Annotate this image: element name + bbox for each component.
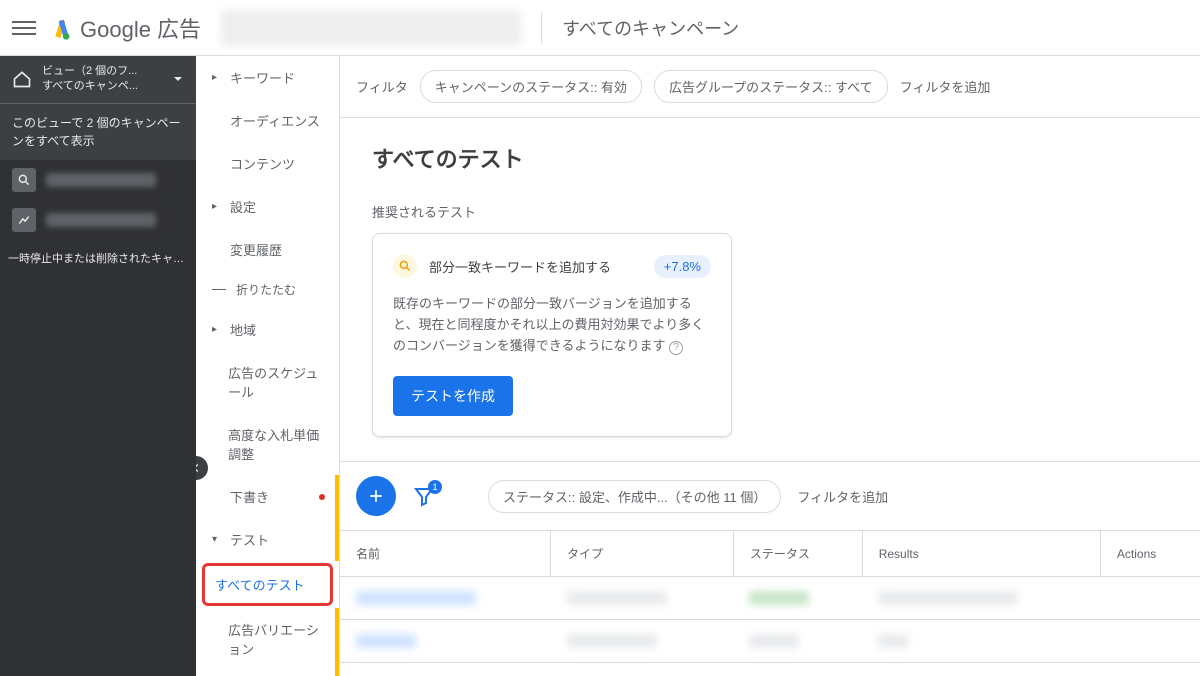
nav-ad-schedule[interactable]: 広告のスケジュール: [196, 351, 339, 413]
caret-right-icon: ▸: [212, 324, 222, 335]
main-content: フィルタ キャンペーンのステータス:: 有効 広告グループのステータス:: すべ…: [340, 56, 1200, 676]
create-test-button[interactable]: テストを作成: [393, 376, 513, 416]
col-status[interactable]: ステータス: [733, 531, 862, 577]
recommendation-card: 部分一致キーワードを追加する +7.8% 既存のキーワードの部分一致バージョンを…: [372, 233, 732, 437]
header-breadcrumb: すべてのキャンペーン: [562, 15, 739, 41]
add-filter[interactable]: フィルタを追加: [900, 77, 991, 96]
table-row[interactable]: [340, 620, 1200, 663]
google-ads-logo-icon: [52, 16, 72, 40]
nav-drafts[interactable]: 下書き: [196, 475, 339, 518]
filter-count-badge: 1: [428, 480, 442, 494]
primary-sidebar: ビュー（2 個のフ... すべてのキャンペ... このビューで 2 個のキャンペ…: [0, 56, 196, 676]
chevron-left-icon: [196, 461, 203, 475]
table-row[interactable]: [340, 577, 1200, 620]
add-button[interactable]: [356, 476, 396, 516]
campaign-item-1[interactable]: [0, 160, 196, 200]
status-filter-chip[interactable]: ステータス:: 設定、作成中...（その他 11 個）: [488, 480, 781, 513]
filter-label: フィルタ: [356, 77, 408, 96]
page-title: すべてのテスト: [372, 142, 1168, 174]
secondary-nav: ▸ キーワード オーディエンス コンテンツ ▸ 設定 変更履歴 折りたたむ ▸ …: [196, 56, 340, 676]
campaign-item-2[interactable]: [0, 200, 196, 240]
nav-location[interactable]: ▸ 地域: [196, 308, 339, 351]
filter-bar: フィルタ キャンペーンのステータス:: 有効 広告グループのステータス:: すべ…: [340, 56, 1200, 118]
caret-right-icon: ▸: [212, 201, 222, 212]
plus-icon: [366, 486, 386, 506]
nav-bid-adj[interactable]: 高度な入札単価調整: [196, 413, 339, 475]
col-results[interactable]: Results: [862, 531, 1100, 577]
col-actions[interactable]: Actions: [1100, 531, 1200, 577]
view-info-text: このビューで 2 個のキャンペーンをすべて表示: [0, 103, 196, 160]
collapse-section[interactable]: 折りたたむ: [196, 271, 339, 308]
nav-change-history[interactable]: 変更履歴: [196, 228, 339, 271]
nav-keywords[interactable]: ▸ キーワード: [196, 56, 339, 99]
filter-chip-campaign-status[interactable]: キャンペーンのステータス:: 有効: [420, 70, 642, 103]
top-header: Google 広告 すべてのキャンペーン: [0, 0, 1200, 56]
notification-dot: [319, 494, 325, 500]
search-icon: [12, 168, 36, 192]
view-line1: ビュー（2 個のフ...: [42, 64, 162, 79]
col-name[interactable]: 名前: [340, 531, 551, 577]
hamburger-menu-icon[interactable]: [12, 16, 36, 40]
chart-icon: [12, 208, 36, 232]
accent-bar: [335, 670, 339, 676]
view-line2: すべてのキャンペ...: [42, 79, 162, 94]
view-selector[interactable]: ビュー（2 個のフ... すべてのキャンペ...: [0, 56, 196, 103]
card-title: 部分一致キーワードを追加する: [429, 257, 611, 276]
nav-content[interactable]: コンテンツ: [196, 142, 339, 185]
col-type[interactable]: タイプ: [551, 531, 734, 577]
nav-audience[interactable]: オーディエンス: [196, 99, 339, 142]
google-ads-logo[interactable]: Google 広告: [52, 12, 201, 44]
campaign-name-redacted: [46, 213, 156, 227]
card-description: 既存のキーワードの部分一致バージョンを追加すると、現在と同程度かそれ以上の費用対…: [393, 294, 711, 356]
search-icon: [393, 254, 417, 278]
nav-tests[interactable]: ▾ テスト: [196, 518, 339, 561]
caret-down-icon: ▾: [212, 534, 222, 545]
campaign-name-redacted: [46, 173, 156, 187]
nav-settings[interactable]: ▸ 設定: [196, 185, 339, 228]
divider: [541, 12, 542, 44]
accent-bar: [335, 608, 339, 670]
home-icon: [12, 69, 32, 89]
help-icon[interactable]: ?: [669, 341, 683, 355]
accent-bar: [335, 518, 339, 561]
nav-all-tests[interactable]: すべてのテスト: [202, 563, 333, 606]
nav-custom-test[interactable]: カスタムテスト: [196, 670, 339, 676]
product-name: Google 広告: [80, 12, 201, 44]
caret-right-icon: ▸: [212, 72, 222, 83]
filter-icon-button[interactable]: 1: [412, 484, 436, 508]
add-filter-toolbar[interactable]: フィルタを追加: [797, 487, 888, 506]
account-selector-redacted[interactable]: [221, 10, 521, 46]
table-toolbar: 1 ステータス:: 設定、作成中...（その他 11 個） フィルタを追加: [340, 461, 1200, 530]
nav-ad-variation[interactable]: 広告バリエーション: [196, 608, 339, 670]
tests-table: 名前 タイプ ステータス Results Actions: [340, 530, 1200, 663]
accent-bar: [335, 475, 339, 518]
card-metric: +7.8%: [654, 255, 711, 278]
section-title: 推奨されるテスト: [372, 202, 1168, 221]
paused-campaigns-label[interactable]: 一時停止中または削除されたキャンペーン: [0, 240, 196, 276]
chevron-down-icon: [172, 73, 184, 85]
filter-chip-adgroup-status[interactable]: 広告グループのステータス:: すべて: [654, 70, 888, 103]
